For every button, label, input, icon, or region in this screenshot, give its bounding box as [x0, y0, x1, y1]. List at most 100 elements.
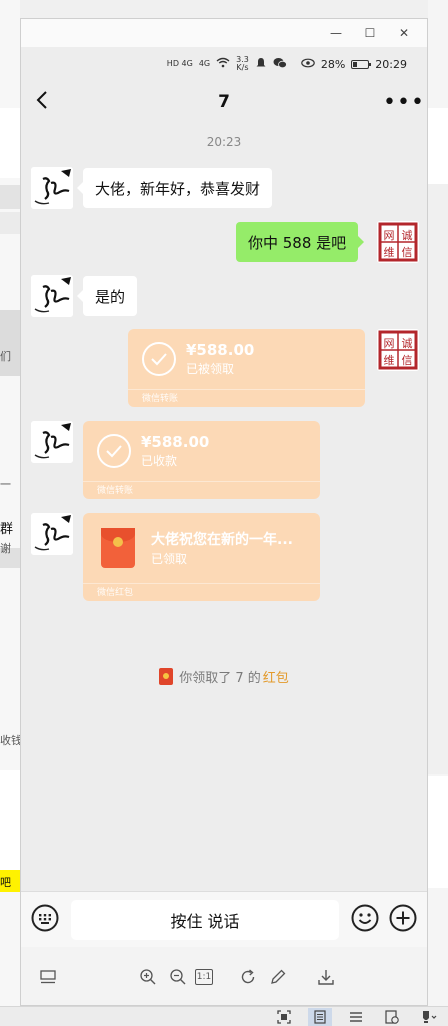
zoom-out-icon	[170, 969, 186, 985]
red-packet-mini-icon	[159, 668, 174, 685]
status-time: 20:29	[375, 57, 407, 71]
red-packet-text: 大佬祝您在新的一年... 已领取	[151, 529, 293, 567]
zoom-out-button[interactable]	[165, 964, 191, 990]
download-button[interactable]	[313, 964, 339, 990]
plus-icon	[389, 904, 417, 931]
pencil-icon	[271, 969, 286, 984]
keyboard-toggle-button[interactable]	[31, 904, 59, 936]
maximize-button[interactable]: ☐	[353, 19, 387, 47]
transfer-card-footer: 微信转账	[128, 389, 365, 407]
transfer-card-incoming[interactable]: ¥588.00 已收款 微信转账	[83, 421, 320, 499]
bg-strip	[0, 185, 20, 209]
check-icon	[142, 342, 176, 376]
transfer-card-body: ¥588.00 已被领取	[128, 329, 365, 389]
transfer-amount: ¥588.00	[141, 433, 210, 451]
keyboard-icon	[31, 904, 59, 931]
transfer-card-footer: 微信转账	[83, 481, 320, 499]
transfer-card-body: ¥588.00 已收款	[83, 421, 320, 481]
svg-text:网: 网	[384, 229, 395, 242]
notification-icon	[255, 57, 267, 72]
background-left-window	[0, 0, 20, 1026]
wifi-icon	[216, 57, 230, 71]
transfer-card-outgoing[interactable]: ¥588.00 已被领取 微信转账	[128, 329, 365, 407]
message-bubble-outgoing[interactable]: 你中 588 是吧	[236, 222, 365, 262]
emoji-icon	[351, 904, 379, 931]
bg-strip	[0, 770, 20, 870]
contact-avatar[interactable]	[31, 167, 73, 209]
system-notice: 你领取了 7 的红包	[21, 667, 427, 686]
chat-nav-bar: 7 •••	[21, 81, 427, 123]
red-packet-card[interactable]: 大佬祝您在新的一年... 已领取 微信红包	[83, 513, 320, 601]
rotate-button[interactable]	[235, 964, 261, 990]
phone-status-bar: HD 4G 4G 3.3 K/s 28% 20:29	[21, 47, 427, 81]
red-packet-title: 大佬祝您在新的一年...	[151, 532, 293, 548]
emoji-button[interactable]	[351, 904, 379, 936]
chat-messages[interactable]: 20:23 大佬，新年好，恭喜发财 你中 588 是吧 网 诚 维 信 是的 ¥…	[21, 123, 427, 921]
contact-avatar[interactable]	[31, 421, 73, 463]
list-view-button[interactable]	[344, 1008, 368, 1026]
eye-icon	[301, 58, 315, 71]
transfer-card-text: ¥588.00 已收款	[141, 433, 209, 469]
viewer-toolbar: 1:1	[21, 947, 427, 1005]
battery-icon	[351, 59, 372, 69]
red-packet-link[interactable]: 红包	[263, 667, 289, 686]
back-button[interactable]	[35, 88, 65, 116]
red-packet-icon	[101, 528, 135, 568]
more-functions-button[interactable]	[389, 904, 417, 936]
my-avatar[interactable]: 网 诚 维 信	[377, 221, 419, 263]
more-button[interactable]: •••	[383, 90, 424, 115]
bulb-icon	[423, 1010, 437, 1023]
sidebar-toggle-button[interactable]	[35, 964, 61, 990]
zoom-in-button[interactable]	[135, 964, 161, 990]
network-speed: 3.3 K/s	[236, 55, 249, 72]
bg-strip	[0, 212, 20, 234]
actual-size-button[interactable]: 1:1	[195, 969, 213, 985]
zoom-in-icon	[140, 969, 156, 985]
transfer-status: 已收款	[141, 454, 178, 468]
window-titlebar: — ☐ ✕	[21, 19, 427, 47]
fit-screen-button[interactable]	[272, 1008, 296, 1026]
light-mode-button[interactable]	[416, 1008, 440, 1026]
phone-mirror-window: — ☐ ✕ HD 4G 4G 3.3 K/s 28% 20:29 7 ••• 2…	[20, 18, 428, 1006]
signal-icon: HD 4G	[166, 59, 193, 68]
chat-input-bar: 按住 说话	[21, 891, 427, 947]
edit-button[interactable]	[265, 964, 291, 990]
check-icon	[97, 434, 131, 468]
close-button[interactable]: ✕	[387, 19, 421, 47]
background-right-window	[428, 0, 448, 1026]
contact-avatar[interactable]	[31, 513, 73, 555]
bg-text-fragment: 谢	[0, 542, 11, 555]
bg-strip	[428, 776, 448, 888]
bg-strip	[0, 108, 20, 178]
list-icon	[350, 1011, 362, 1022]
bg-text-fragment: 群	[0, 522, 14, 537]
svg-text:诚: 诚	[402, 229, 413, 242]
web-view-button[interactable]	[380, 1008, 404, 1026]
svg-text:信: 信	[402, 354, 413, 367]
red-packet-body: 大佬祝您在新的一年... 已领取	[83, 513, 320, 583]
bg-text-fragment: 一	[0, 478, 11, 491]
transfer-amount: ¥588.00	[186, 341, 255, 359]
message-timestamp: 20:23	[206, 135, 242, 149]
fit-screen-icon	[277, 1009, 291, 1024]
red-packet-status: 已领取	[151, 552, 188, 566]
svg-text:维: 维	[384, 354, 395, 367]
transfer-card-text: ¥588.00 已被领取	[186, 341, 254, 377]
seal-avatar-icon: 网 诚 维 信	[377, 329, 419, 371]
chat-title: 7	[218, 92, 230, 112]
wechat-icon	[273, 57, 287, 72]
minimize-button[interactable]: —	[319, 19, 353, 47]
svg-text:维: 维	[384, 246, 395, 259]
my-avatar[interactable]: 网 诚 维 信	[377, 329, 419, 371]
system-notice-text: 你领取了 7 的	[179, 671, 261, 686]
bg-text-fragment: 们	[0, 350, 11, 363]
message-bubble-incoming[interactable]: 是的	[76, 276, 138, 316]
hold-to-talk-button[interactable]: 按住 说话	[71, 899, 339, 940]
document-icon	[314, 1009, 326, 1024]
page-view-button[interactable]	[308, 1007, 332, 1026]
battery-percent: 28%	[320, 57, 346, 71]
bg-text-fragment: 收钱	[0, 734, 20, 747]
contact-avatar[interactable]	[31, 275, 73, 317]
bg-strip	[428, 108, 448, 184]
message-bubble-incoming[interactable]: 大佬，新年好，恭喜发财	[76, 168, 273, 208]
